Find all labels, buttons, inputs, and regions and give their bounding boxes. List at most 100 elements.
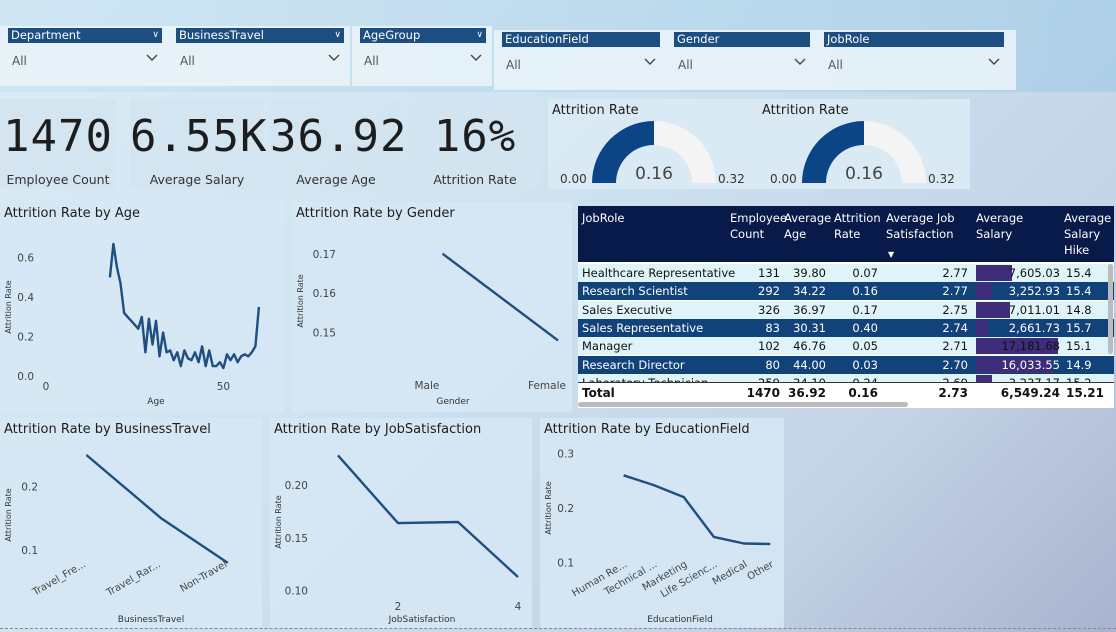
kpi-average-age: 36.92 Average Age	[270, 99, 408, 189]
y-tick-label: 0.16	[313, 288, 337, 300]
chart-card-age: Attrition Rate by Age 0.0 0.2 0.4 0.6 0 50 Age…	[0, 202, 284, 412]
slicer-job-role[interactable]: JobRole All	[816, 30, 1016, 90]
table-header: JobRole Employee Count Average Age Attri…	[578, 206, 1114, 262]
series-line	[337, 454, 519, 578]
collapse-chevron-icon[interactable]: ∨	[476, 28, 483, 43]
data-point	[165, 351, 167, 353]
data-point	[244, 353, 246, 355]
data-point	[85, 454, 87, 456]
gauge-chart: 0.16 0.00 0.32	[560, 121, 745, 186]
column-header-average-salary-hike[interactable]: Average Salary Hike	[1064, 210, 1114, 258]
cell-employee-count: 131	[758, 266, 780, 280]
y-tick-label: 0.3	[557, 448, 574, 460]
collapse-chevron-icon[interactable]: ∨	[152, 28, 159, 43]
gauge-value: 0.16	[845, 164, 883, 184]
cell-average-job-satisfaction: 2.74	[942, 320, 968, 335]
slicer-header: EducationField	[502, 32, 660, 47]
data-point	[148, 318, 150, 320]
data-point	[134, 324, 136, 326]
attrition-by-business-travel-chart: 0.1 0.2 Travel_Fre... Travel_Rar... Non-Trav…	[4, 454, 229, 625]
slicer-education-field[interactable]: EducationField All	[494, 30, 666, 90]
slicer-header: AgeGroup ∨	[360, 28, 486, 43]
cell-attrition-rate: 0.03	[852, 357, 878, 372]
kpi-employee-count: 1470 Employee Count	[0, 99, 116, 189]
table-row[interactable]: Sales Executive 326 36.97 0.17 2.75 7,011.01 1…	[578, 300, 1114, 319]
table-row[interactable]: Research Scientist 292 34.22 0.16 2.77 3,252.…	[578, 282, 1114, 301]
gauge-max: 0.32	[718, 172, 745, 186]
data-point	[683, 496, 685, 498]
column-header-employee-count[interactable]: Employee Count	[730, 210, 787, 242]
cell-average-job-satisfaction: 2.70	[942, 357, 968, 372]
data-point	[151, 343, 153, 345]
column-header-average-salary[interactable]: Average Salary	[976, 210, 1062, 242]
x-category-label: Male	[415, 380, 440, 392]
kpi-value: 36.92	[270, 111, 408, 162]
data-point	[653, 484, 655, 486]
table-row[interactable]: Research Director 80 44.00 0.03 2.70 16,033.5…	[578, 355, 1114, 374]
column-header-attrition-rate[interactable]: Attrition Rate	[834, 210, 884, 242]
job-role-table[interactable]: JobRole Employee Count Average Age Attri…	[578, 206, 1114, 408]
chevron-down-icon[interactable]	[988, 56, 1000, 68]
slicer-department[interactable]: Department ∨ All	[0, 26, 168, 86]
slicer-business-travel[interactable]: BusinessTravel ∨ All	[168, 26, 350, 86]
cell-average-job-satisfaction: 2.71	[942, 339, 968, 354]
table-row[interactable]: Sales Representative 83 30.31 0.40 2.74 2,661…	[578, 318, 1114, 337]
y-tick-label: 0.1	[21, 545, 38, 557]
data-point	[201, 345, 203, 347]
vertical-scrollbar[interactable]	[1108, 264, 1113, 354]
column-header-jobrole[interactable]: JobRole	[582, 210, 722, 226]
table-row[interactable]: Healthcare Representative 131 39.80 0.07 2.7…	[578, 264, 1114, 282]
slicer-title: BusinessTravel	[179, 28, 264, 42]
data-point	[236, 361, 238, 363]
chevron-down-icon[interactable]	[328, 52, 340, 64]
data-point	[119, 282, 121, 284]
column-header-average-job-satisfaction[interactable]: Average Job Satisfaction	[886, 210, 972, 242]
cell-average-salary: 2,661.73	[1008, 320, 1060, 335]
cell-attrition-rate: 0.05	[852, 339, 878, 354]
slicer-gender[interactable]: Gender All	[666, 30, 816, 90]
chevron-down-icon[interactable]	[794, 56, 806, 68]
slicer-header: JobRole	[824, 32, 1004, 47]
cell-jobrole: Research Director	[582, 357, 685, 372]
slicer-age-group[interactable]: AgeGroup ∨ All	[352, 26, 492, 86]
y-tick-label: 0.4	[17, 292, 34, 304]
cell-average-age: 34.22	[793, 284, 826, 299]
cell-average-salary: 17,181.68	[1001, 339, 1060, 354]
y-tick-label: 0.15	[285, 533, 308, 545]
column-header-average-age[interactable]: Average Age	[784, 210, 831, 242]
slicer-value: All	[180, 54, 195, 68]
gauge-max: 0.32	[928, 172, 955, 186]
data-point	[226, 353, 228, 355]
data-point	[769, 543, 771, 545]
series-line	[623, 474, 771, 546]
table-row[interactable]: Manager 102 46.76 0.05 2.71 17,181.68 15.1	[578, 337, 1114, 356]
cell-average-salary-hike: 15.4	[1066, 266, 1092, 280]
cell-jobrole: Manager	[582, 339, 633, 354]
series-line	[85, 454, 229, 564]
slicer-header: Department ∨	[8, 28, 162, 43]
x-tick-label: 4	[515, 601, 522, 613]
y-tick-label: 0.15	[313, 328, 336, 340]
gauge-min: 0.00	[770, 172, 797, 186]
y-tick-label: 0.20	[285, 480, 308, 492]
y-axis-label: Attrition Rate	[4, 280, 13, 333]
cell-average-job-satisfaction: 2.77	[942, 266, 968, 280]
chevron-down-icon[interactable]	[644, 56, 656, 68]
data-point	[155, 320, 157, 322]
collapse-chevron-icon[interactable]: ∨	[334, 28, 341, 43]
horizontal-scrollbar[interactable]	[578, 402, 908, 407]
cell-average-job-satisfaction: 2.75	[942, 302, 968, 317]
chart-card-gender: Attrition Rate by Gender 0.15 0.16 0.17 Mal…	[292, 202, 572, 412]
data-point	[126, 316, 128, 318]
kpi-label: Average Age	[296, 172, 376, 187]
cell-average-job-satisfaction: 2.77	[942, 284, 968, 299]
kpi-value: 1470	[3, 111, 113, 162]
slicer-title: Department	[11, 28, 81, 42]
chevron-down-icon[interactable]	[470, 52, 482, 64]
chevron-down-icon[interactable]	[146, 52, 158, 64]
slicer-value: All	[506, 58, 521, 72]
x-axis-label: Gender	[436, 397, 469, 407]
attrition-by-age-chart: 0.0 0.2 0.4 0.6 0 50 Age Attrition Rate	[4, 242, 261, 407]
data-point	[205, 365, 207, 367]
cell-employee-count: 292	[758, 284, 780, 299]
